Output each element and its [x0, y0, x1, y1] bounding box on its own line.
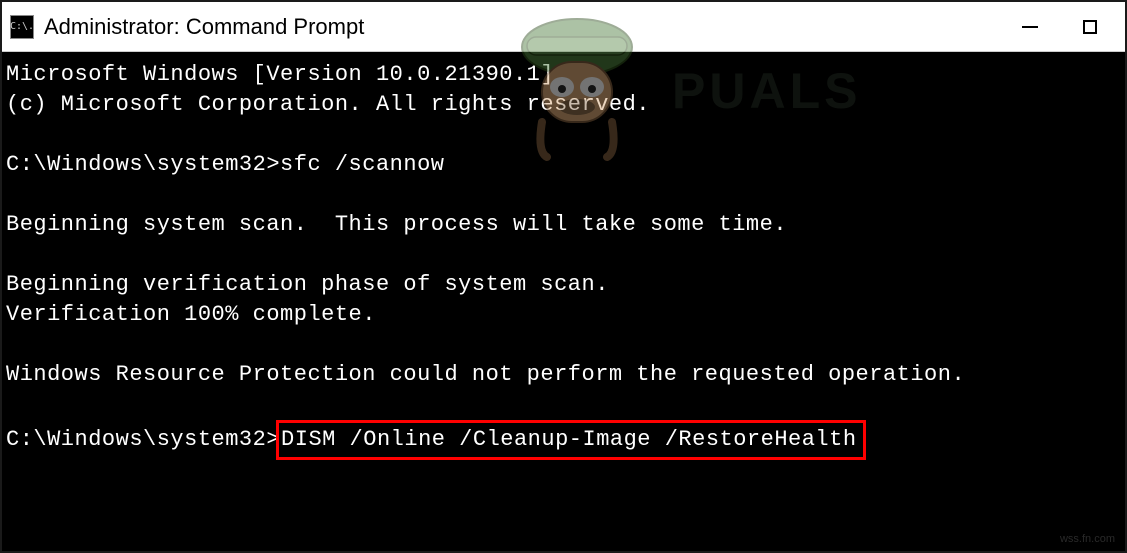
minimize-icon [1022, 26, 1038, 28]
prompt-path: C:\Windows\system32> [6, 152, 280, 177]
titlebar[interactable]: C:\. Administrator: Command Prompt [2, 2, 1125, 52]
blank-line [6, 180, 1121, 210]
blank-line [6, 240, 1121, 270]
terminal-area[interactable]: Microsoft Windows [Version 10.0.21390.1]… [2, 52, 1125, 551]
command-dism: DISM /Online /Cleanup-Image /RestoreHeal… [281, 427, 857, 452]
minimize-button[interactable] [1015, 12, 1045, 42]
prompt-path: C:\Windows\system32> [6, 427, 280, 452]
window-title: Administrator: Command Prompt [44, 14, 364, 40]
blank-line [6, 330, 1121, 360]
blank-line [6, 390, 1121, 420]
maximize-button[interactable] [1075, 12, 1105, 42]
prompt-line-1: C:\Windows\system32>sfc /scannow [6, 150, 1121, 180]
verification-complete-line: Verification 100% complete. [6, 300, 1121, 330]
prompt-line-2: C:\Windows\system32>DISM /Online /Cleanu… [6, 420, 1121, 460]
scan-begin-line: Beginning system scan. This process will… [6, 210, 1121, 240]
blank-line [6, 120, 1121, 150]
result-line: Windows Resource Protection could not pe… [6, 360, 1121, 390]
copyright-line: (c) Microsoft Corporation. All rights re… [6, 90, 1121, 120]
window-controls [1015, 2, 1125, 51]
version-line: Microsoft Windows [Version 10.0.21390.1] [6, 60, 1121, 90]
command-prompt-window: C:\. Administrator: Command Prompt Micro… [0, 0, 1127, 553]
cmd-icon: C:\. [10, 15, 34, 39]
highlighted-command: DISM /Online /Cleanup-Image /RestoreHeal… [276, 420, 866, 460]
command-sfc: sfc /scannow [280, 152, 444, 177]
verification-begin-line: Beginning verification phase of system s… [6, 270, 1121, 300]
maximize-icon [1083, 20, 1097, 34]
